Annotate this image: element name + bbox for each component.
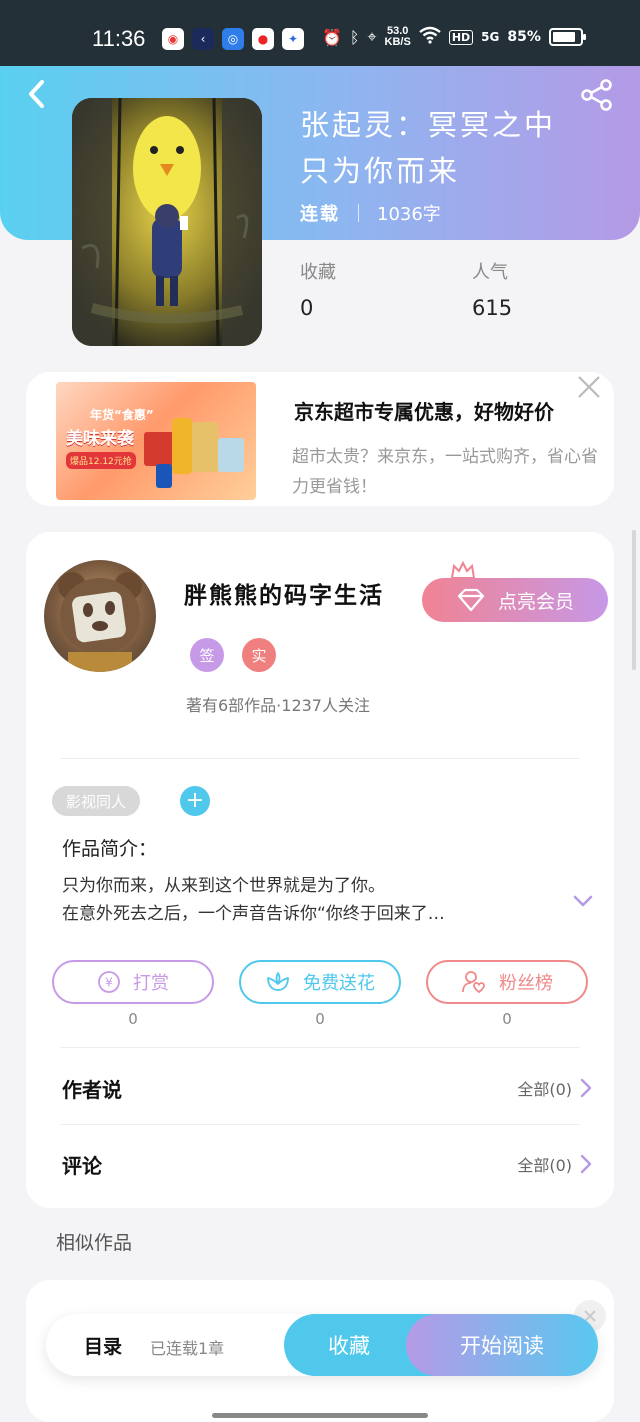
tip-button[interactable]: ¥ 打赏 [52,960,214,1004]
ad-product-box [144,432,174,466]
divider [60,1124,580,1125]
status-bar: 11:36 ◉ ‹ ◎ ● ✦ ⏰ ᛒ ⌖ 53.0 KB/S HD 5G 85… [0,0,640,66]
bluetooth-icon: ᛒ [349,27,360,47]
divider [60,1047,580,1048]
chapter-status: 已连载1章 [150,1339,225,1358]
svg-text:¥: ¥ [105,976,113,990]
ad-product-snack [192,422,218,472]
flower-icon [267,972,289,991]
hd-badge: HD [448,29,474,45]
meta-divider [358,204,359,222]
comments-label: 评论 [62,1153,102,1178]
browser-app-icon: ◎ [222,28,244,50]
author-stats: 著有6部作品·1237人关注 [186,696,370,715]
intro-title: 作品简介： [62,838,158,860]
book-cover[interactable] [72,98,262,346]
book-title: 张起灵：冥冥之中 只为你而来 [300,108,557,188]
send-flower-button[interactable]: 免费送花 [239,960,401,1004]
ad-product-pack [218,438,244,472]
chevron-right-icon [580,1154,592,1174]
genre-tag[interactable]: 影视同人 [52,786,141,816]
author-name[interactable]: 胖熊熊的码字生活 [184,576,384,610]
network-speed: 53.0 KB/S [384,25,411,48]
map-app-icon: ◉ [162,28,184,50]
network-type: 5G [481,30,500,44]
wifi-icon [419,26,441,48]
status-time: 11:36 [92,26,146,51]
ad-banner[interactable]: 年货“食惠” 美味来袭 爆品12.12元抢 京东超市专属优惠，好物好价 超市太贵… [26,372,614,506]
cover-illustration [72,98,262,346]
verified-badge: 实 [242,638,276,672]
favorites-stat: 收藏 0 [300,262,336,320]
fan-rank-button[interactable]: 粉丝榜 [426,960,588,1004]
start-reading-button[interactable]: 开始阅读 [406,1314,598,1376]
bear-avatar-illustration [58,572,142,672]
author-card: 胖熊熊的码字生活 点亮会员 签 实 著有6部作品·1237人关注 影视同人 + … [26,532,614,1208]
back-app-icon: ‹ [192,28,214,50]
ad-title: 京东超市专属优惠，好物好价 [294,400,554,424]
popularity-count: 615 [472,296,513,320]
comments-all[interactable]: 全部(0) [517,1152,592,1176]
add-tag-button[interactable]: + [180,786,210,816]
fan-count: 0 [502,1010,512,1028]
comments-row[interactable]: 评论 全部(0) [62,1144,592,1184]
activate-vip-button[interactable]: 点亮会员 [422,578,608,622]
alarm-icon: ⏰ [322,27,342,47]
author-says-all[interactable]: 全部(0) [517,1076,592,1100]
ad-product-can [156,464,172,488]
home-indicator[interactable] [212,1413,428,1418]
serial-status: 连载 [300,204,340,225]
close-icon[interactable] [574,372,604,402]
signed-badge: 签 [190,638,224,672]
tip-count: 0 [128,1010,138,1028]
battery-icon [548,28,586,46]
chevron-down-icon[interactable] [572,890,594,912]
divider [60,758,580,759]
author-avatar[interactable] [44,560,156,672]
baidu-app-icon: ✦ [282,28,304,50]
battery-percent: 85% [507,29,541,45]
status-indicators: ⏰ ᛒ ⌖ 53.0 KB/S HD 5G 85% [322,25,586,48]
ad-product-oil [172,418,192,474]
back-icon[interactable] [22,78,54,110]
popularity-stat: 人气 615 [472,262,513,320]
bottom-action-bar: 目录 已连载1章 收藏 开始阅读 [46,1314,598,1376]
author-says-row[interactable]: 作者说 全部(0) [62,1068,592,1108]
user-heart-icon [462,971,485,994]
status-app-icons: ◉ ‹ ◎ ● ✦ [162,28,304,50]
similar-works-title: 相似作品 [56,1232,133,1254]
favorites-count: 0 [300,296,314,320]
location-icon: ⌖ [367,27,377,46]
flower-count: 0 [315,1010,325,1028]
word-count: 1036字 [377,204,441,225]
ad-description: 超市太贵？来京东，一站式购齐，省心省力更省钱！ [292,447,598,497]
chevron-right-icon [580,1078,592,1098]
toc-button[interactable]: 目录 [84,1332,122,1359]
book-meta: 连载 1036字 [300,200,441,226]
yen-coin-icon: ¥ [98,971,120,993]
weibo-app-icon: ● [252,28,274,50]
scrollbar[interactable] [632,530,636,670]
intro-text: 只为你而来，从来到这个世界就是为了你。 在意外死去之后，一个声音告诉你“你终于回… [62,876,445,924]
diamond-icon [457,588,485,612]
ad-image: 年货“食惠” 美味来袭 爆品12.12元抢 [56,382,256,500]
author-says-label: 作者说 [62,1077,122,1102]
